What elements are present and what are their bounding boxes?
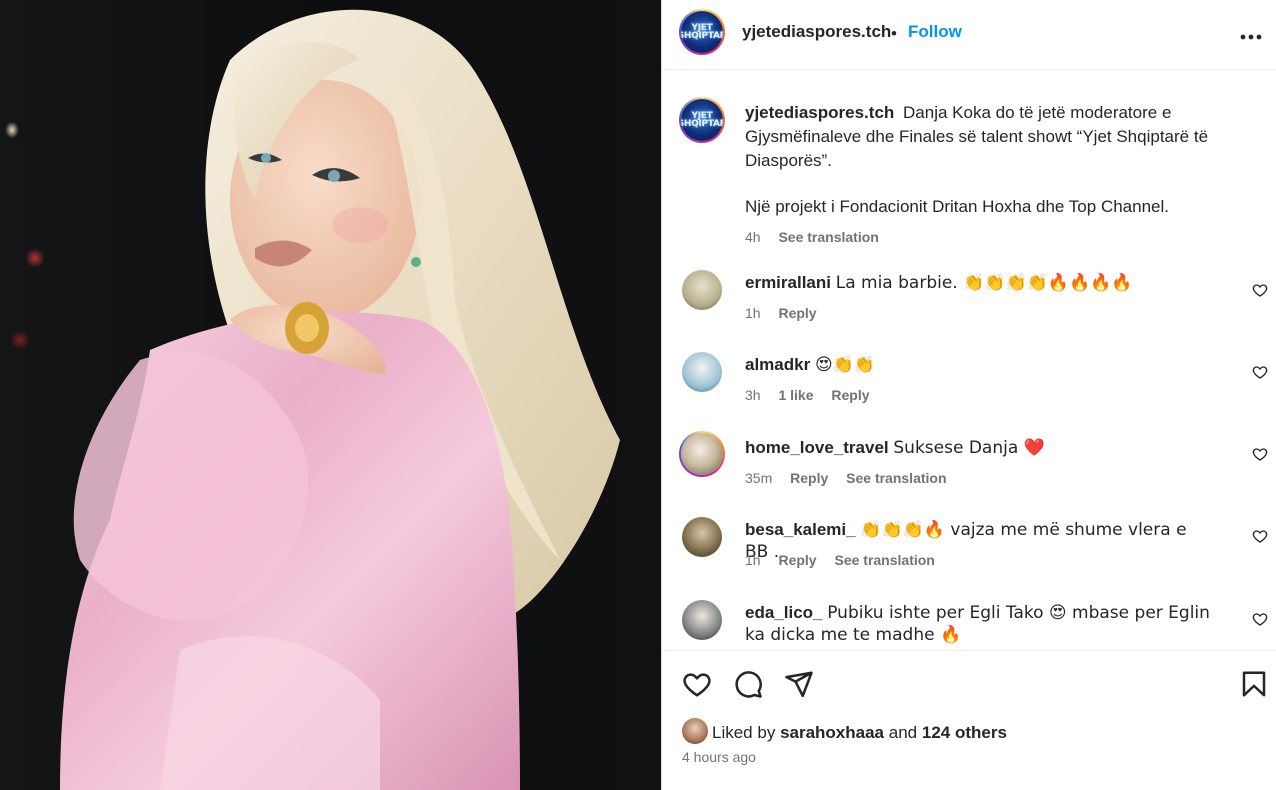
comment-meta: 3h 1 like Reply (745, 387, 884, 403)
share-icon[interactable] (784, 669, 814, 699)
liked-by-text: Liked by sarahoxhaaa and 124 others (712, 723, 1007, 743)
bookmark-icon[interactable] (1239, 669, 1269, 699)
liker-avatar[interactable] (682, 718, 708, 744)
comment-username[interactable]: almadkr (745, 355, 810, 374)
comment-body: ermirallani La mia barbie. 👏👏👏👏🔥🔥🔥🔥 (745, 272, 1215, 294)
caption-age: 4h (745, 229, 761, 245)
comment-like-heart-icon[interactable] (1252, 446, 1268, 462)
post-header: YJET SHQIPTAR yjetediaspores.tch • Follo… (662, 0, 1276, 70)
post-caption: yjetediaspores.tch Danja Koka do të jetë… (745, 101, 1245, 249)
comment-like-heart-icon[interactable] (1252, 528, 1268, 544)
post-time: 4 hours ago (682, 749, 756, 765)
comment-username[interactable]: eda_lico_ (745, 603, 823, 622)
comment-avatar[interactable] (682, 270, 722, 310)
comment-body: eda_lico_ Pubiku ishte per Egli Tako 😍 m… (745, 602, 1215, 646)
comment-avatar[interactable] (682, 352, 722, 392)
see-translation-link[interactable]: See translation (778, 229, 878, 245)
comment-username[interactable]: besa_kalemi_ (745, 520, 856, 539)
comment-body: home_love_travel Suksese Danja ❤️ (745, 437, 1215, 459)
comment-body: almadkr 😍👏👏 (745, 354, 1215, 376)
caption-avatar-logo-text: YJET SHQIPTAR (681, 111, 723, 129)
reply-button[interactable]: Reply (831, 387, 869, 403)
comment-username[interactable]: home_love_travel (745, 438, 889, 457)
comment-age: 3h (745, 387, 761, 403)
comment-age: 1h (745, 305, 761, 321)
comment-icon[interactable] (733, 669, 763, 699)
comment-username[interactable]: ermirallani (745, 273, 831, 292)
comment-text: La mia barbie. 👏👏👏👏🔥🔥🔥🔥 (835, 273, 1133, 293)
comment-meta: 1h Reply (745, 305, 831, 321)
author-username[interactable]: yjetediaspores.tch (742, 22, 891, 42)
follow-button[interactable]: Follow (908, 22, 962, 42)
comment-text: 😍👏👏 (814, 355, 875, 375)
heart-icon[interactable] (682, 669, 712, 699)
comment-like-heart-icon[interactable] (1252, 611, 1268, 627)
caption-text-2: Një projekt i Fondacionit Dritan Hoxha d… (745, 197, 1169, 216)
caption-username[interactable]: yjetediaspores.tch (745, 103, 894, 122)
comment-age: 1h (745, 552, 761, 568)
comment-like-heart-icon[interactable] (1252, 282, 1268, 298)
caption-avatar[interactable]: YJET SHQIPTAR (679, 97, 725, 143)
see-translation-link[interactable]: See translation (834, 552, 934, 568)
comment-like-count[interactable]: 1 like (778, 387, 813, 403)
reply-button[interactable]: Reply (778, 305, 816, 321)
comment-avatar[interactable] (682, 517, 722, 557)
post-photo-illustration (60, 9, 620, 790)
comment-like-heart-icon[interactable] (1252, 364, 1268, 380)
comment-meta: 35m Reply See translation (745, 470, 961, 486)
comment-text: Suksese Danja ❤️ (893, 438, 1045, 458)
liked-by-user[interactable]: sarahoxhaaa (780, 723, 884, 742)
reply-button[interactable]: Reply (778, 552, 816, 568)
comment-avatar[interactable] (682, 600, 722, 640)
liked-by-and: and (888, 723, 918, 742)
post-photo[interactable] (0, 0, 661, 790)
comment-avatar[interactable] (679, 431, 725, 477)
avatar-logo-text: YJET SHQIPTAR (681, 23, 723, 41)
separator-dot: • (891, 24, 897, 43)
author-avatar[interactable]: YJET SHQIPTAR (679, 9, 725, 55)
see-translation-link[interactable]: See translation (846, 470, 946, 486)
post-actions: Liked by sarahoxhaaa and 124 others 4 ho… (662, 650, 1276, 790)
comment-meta: 1h Reply See translation (745, 552, 949, 568)
reply-button[interactable]: Reply (790, 470, 828, 486)
comment-age: 35m (745, 470, 773, 486)
post-detail-panel: YJET SHQIPTAR yjetediaspores.tch • Follo… (661, 0, 1276, 790)
more-options-icon[interactable] (1240, 20, 1262, 46)
liked-by-prefix: Liked by (712, 723, 776, 742)
liked-by-others[interactable]: 124 others (922, 723, 1007, 742)
